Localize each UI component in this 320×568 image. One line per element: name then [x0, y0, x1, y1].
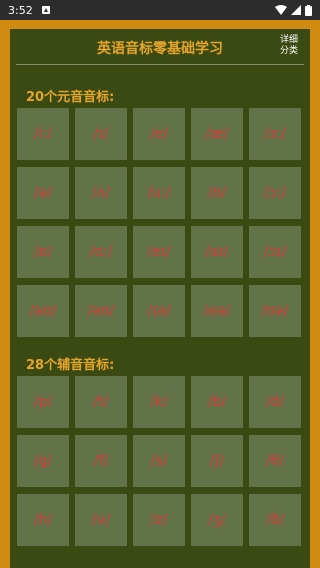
vowel-phoneme-button[interactable]: /ɪə/ [133, 285, 185, 337]
vowel-phoneme-button[interactable]: /ə/ [17, 167, 69, 219]
consonant-phoneme-button[interactable]: /ʒ/ [191, 494, 243, 546]
vowel-phoneme-button[interactable]: /ɜː/ [249, 108, 301, 160]
detail-label-line1: 详细 [279, 35, 298, 45]
vowel-phoneme-button[interactable]: /aʊ/ [17, 285, 69, 337]
vowel-phoneme-button[interactable]: /ɔɪ/ [249, 226, 301, 278]
consonant-phoneme-button[interactable]: /h/ [17, 494, 69, 546]
vowel-phoneme-button[interactable]: /ɒ/ [17, 226, 69, 278]
consonant-grid: /p//t//k//b//d//g//f//s//ʃ//θ//h//v//z//… [17, 376, 307, 546]
vowel-phoneme-button[interactable]: /æ/ [191, 108, 243, 160]
vowel-phoneme-button[interactable]: /ɪ/ [75, 108, 127, 160]
vowel-phoneme-button[interactable]: /e/ [133, 108, 185, 160]
vowel-phoneme-button[interactable]: /əʊ/ [75, 285, 127, 337]
vowel-phoneme-button[interactable]: /eə/ [191, 285, 243, 337]
consonant-phoneme-button[interactable]: /p/ [17, 376, 69, 428]
consonant-phoneme-button[interactable]: /ð/ [249, 494, 301, 546]
consonant-phoneme-button[interactable]: /b/ [191, 376, 243, 428]
consonant-phoneme-button[interactable]: /f/ [75, 435, 127, 487]
main-panel: 英语音标零基础学习 详细 分类 20个元音音标: /iː//ɪ//e//æ//ɜ… [10, 29, 310, 568]
consonant-phoneme-button[interactable]: /θ/ [249, 435, 301, 487]
detail-category-button[interactable]: 详细 分类 [278, 35, 300, 57]
battery-icon [305, 4, 312, 16]
vowel-phoneme-button[interactable]: /aɪ/ [191, 226, 243, 278]
consonants-section-title: 28个辅音音标: [26, 358, 115, 373]
app-title: 英语音标零基础学习 [97, 41, 223, 57]
notification-icon [41, 5, 51, 15]
header-divider [16, 64, 304, 65]
vowel-grid: /iː//ɪ//e//æ//ɜː/ /ə//ʌ//uː//ʊ//ɔː/ /ɒ//ɑː… [17, 108, 307, 337]
consonant-phoneme-button[interactable]: /t/ [75, 376, 127, 428]
signal-icon [291, 5, 301, 15]
vowel-phoneme-button[interactable]: /ɑː/ [75, 226, 127, 278]
consonant-phoneme-button[interactable]: /k/ [133, 376, 185, 428]
vowel-phoneme-button[interactable]: /ʌ/ [75, 167, 127, 219]
vowel-phoneme-button[interactable]: /ʊə/ [249, 285, 301, 337]
vowel-phoneme-button[interactable]: /uː/ [133, 167, 185, 219]
consonant-phoneme-button[interactable]: /d/ [249, 376, 301, 428]
consonant-phoneme-button[interactable]: /s/ [133, 435, 185, 487]
vowel-phoneme-button[interactable]: /ʊ/ [191, 167, 243, 219]
consonant-phoneme-button[interactable]: /ʃ/ [191, 435, 243, 487]
status-bar: 3:52 [0, 0, 320, 20]
wifi-icon [275, 5, 287, 15]
vowel-phoneme-button[interactable]: /iː/ [17, 108, 69, 160]
app-header: 英语音标零基础学习 详细 分类 [10, 29, 310, 63]
detail-label-line2: 分类 [279, 46, 298, 56]
vowel-phoneme-button[interactable]: /eɪ/ [133, 226, 185, 278]
consonant-phoneme-button[interactable]: /z/ [133, 494, 185, 546]
vowels-section-title: 20个元音音标: [26, 90, 115, 105]
consonant-phoneme-button[interactable]: /v/ [75, 494, 127, 546]
status-time: 3:52 [8, 3, 33, 17]
vowel-phoneme-button[interactable]: /ɔː/ [249, 167, 301, 219]
consonant-phoneme-button[interactable]: /g/ [17, 435, 69, 487]
